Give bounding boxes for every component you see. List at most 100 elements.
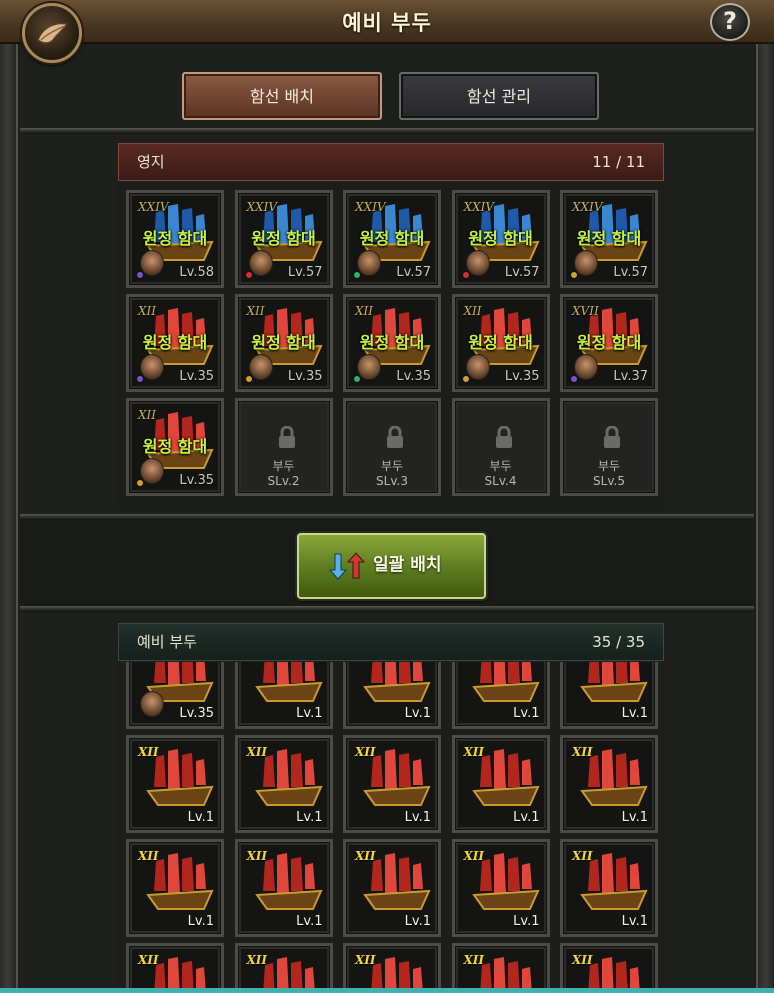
rank-gem-icon <box>136 375 144 383</box>
ship-tier: XII <box>246 953 268 967</box>
slot-inner: XII 원정 함대 Lv.35 <box>457 300 544 386</box>
ship-slot[interactable]: XII Lv.1 <box>126 735 224 833</box>
ship-slot[interactable]: XII <box>126 943 224 988</box>
ship-tier: XII <box>355 304 374 318</box>
ship-slot[interactable]: XII 원정 함대 Lv.35 <box>126 398 224 496</box>
ship-slot[interactable]: XXIV 원정 함대 Lv.57 <box>234 190 333 288</box>
tab-manage[interactable]: 함선 관리 <box>399 72 599 120</box>
ship-level: Lv.1 <box>404 706 431 721</box>
ship-slot[interactable]: XXIV 원정 함대 Lv.58 <box>126 190 224 288</box>
fleet-status: 원정 함대 <box>251 229 316 248</box>
slot-inner: XXIV 원정 함대 Lv.57 <box>349 196 435 282</box>
lock-level: SLv.2 <box>267 474 300 488</box>
title-bar: 예비 부두 <box>0 0 774 44</box>
frame-right <box>756 44 774 993</box>
ship-slot[interactable]: XXIV 원정 함대 Lv.57 <box>560 190 658 288</box>
ship-slot[interactable]: Lv.35 <box>126 662 224 729</box>
captain-avatar <box>140 354 164 380</box>
slot-inner: XII Lv.1 <box>240 741 327 827</box>
fleet-status: 원정 함대 <box>576 229 642 248</box>
slot-inner: XXIV 원정 함대 Lv.57 <box>240 196 327 282</box>
slot-inner: XII 원정 함대 Lv.35 <box>240 300 327 386</box>
ship-slot[interactable]: XII <box>343 943 441 988</box>
ship-slot[interactable]: XII 원정 함대 Lv.35 <box>451 294 550 392</box>
slot-inner: XII Lv.1 <box>566 741 652 827</box>
rank-gem-icon <box>353 271 361 279</box>
territory-header: 영지 11 / 11 <box>118 143 664 181</box>
locked-slot[interactable]: 부두 SLv.2 <box>234 398 333 496</box>
ship-tier: XII <box>463 849 485 863</box>
ship-tier: XII <box>246 849 268 863</box>
ship-tier: XXIV <box>138 200 169 214</box>
fleet-status: 원정 함대 <box>468 333 533 352</box>
ship-slot[interactable]: XII Lv.1 <box>343 735 441 833</box>
slot-inner: XII 원정 함대 Lv.35 <box>132 404 218 490</box>
ship-slot[interactable]: XII 원정 함대 Lv.35 <box>234 294 333 392</box>
slot-inner: 부두 SLv.2 <box>240 404 327 490</box>
slot-inner: XII Lv.1 <box>240 845 327 931</box>
tab-deploy[interactable]: 함선 배치 <box>182 72 382 120</box>
ship-level: Lv.1 <box>621 914 648 929</box>
territory-count: 11 / 11 <box>592 153 645 171</box>
ship-tier: XII <box>355 745 376 759</box>
locked-slot[interactable]: 부두 SLv.3 <box>343 398 441 496</box>
ship-slot[interactable]: XII <box>234 943 333 988</box>
lock-icon <box>387 426 403 448</box>
locked-slot[interactable]: 부두 SLv.4 <box>451 398 550 496</box>
rank-gem-icon <box>244 375 253 383</box>
ship-slot[interactable]: XII Lv.1 <box>234 735 333 833</box>
ship-slot[interactable]: XXIV 원정 함대 Lv.57 <box>343 190 441 288</box>
ship-slot[interactable]: XII Lv.1 <box>451 735 550 833</box>
ship-slot[interactable]: XII <box>451 943 550 988</box>
slot-inner: XII <box>240 949 327 988</box>
frame-left <box>0 44 18 993</box>
ship-slot[interactable]: XII Lv.1 <box>560 839 658 937</box>
slot-inner: XII Lv.1 <box>132 741 218 827</box>
captain-avatar <box>574 250 598 276</box>
rank-gem-icon <box>244 271 253 279</box>
fleet-status: 원정 함대 <box>142 437 208 456</box>
help-button[interactable]: ? <box>710 3 750 41</box>
ship-level: Lv.1 <box>621 810 648 825</box>
ship-slot[interactable]: XVII 원정 함대 Lv.37 <box>560 294 658 392</box>
slot-inner: XVII 원정 함대 Lv.37 <box>566 300 652 386</box>
fleet-status: 원정 함대 <box>359 229 425 248</box>
slot-inner: XII Lv.1 <box>457 845 544 931</box>
ship-slot[interactable]: XII 원정 함대 Lv.35 <box>126 294 224 392</box>
bulk-deploy-button[interactable]: 일괄 배치 <box>297 533 486 599</box>
lock-icon <box>495 426 512 448</box>
captain-avatar <box>140 250 164 276</box>
slot-inner: Lv.1 <box>240 662 327 723</box>
captain-avatar <box>357 250 381 276</box>
ship-slot[interactable]: XII 원정 함대 Lv.35 <box>343 294 441 392</box>
back-button[interactable] <box>22 3 82 63</box>
ship-slot[interactable]: Lv.1 <box>560 662 658 729</box>
ship-slot[interactable]: XII Lv.1 <box>126 839 224 937</box>
lock-label: 부두 <box>597 459 621 473</box>
ship-tier: XII <box>138 408 157 422</box>
ship-slot[interactable]: Lv.1 <box>343 662 441 729</box>
ship-slot[interactable]: Lv.1 <box>234 662 333 729</box>
ship-level: Lv.1 <box>187 810 214 825</box>
ship-slot[interactable]: XII Lv.1 <box>234 839 333 937</box>
fleet-status: 원정 함대 <box>142 333 208 352</box>
ship-slot[interactable]: XXIV 원정 함대 Lv.57 <box>451 190 550 288</box>
ship-slot[interactable]: XII Lv.1 <box>451 839 550 937</box>
ship-tier: XII <box>463 304 482 318</box>
ship-slot[interactable]: XII Lv.1 <box>560 735 658 833</box>
slot-inner: XXIV 원정 함대 Lv.57 <box>566 196 652 282</box>
ship-level: Lv.35 <box>179 473 214 488</box>
ship-level: Lv.1 <box>404 810 431 825</box>
ship-level: Lv.35 <box>179 706 214 721</box>
ship-slot[interactable]: XII <box>560 943 658 988</box>
ship-slot[interactable]: Lv.1 <box>451 662 550 729</box>
slot-inner: XII <box>132 949 218 988</box>
ship-tier: XII <box>138 849 159 863</box>
locked-slot[interactable]: 부두 SLv.5 <box>560 398 658 496</box>
ship-tier: XII <box>572 849 593 863</box>
lock-requirement: 부두 SLv.2 <box>241 459 327 489</box>
reserve-count: 35 / 35 <box>592 633 645 651</box>
slot-inner: XII Lv.1 <box>132 845 218 931</box>
rank-gem-icon <box>461 375 470 383</box>
ship-slot[interactable]: XII Lv.1 <box>343 839 441 937</box>
